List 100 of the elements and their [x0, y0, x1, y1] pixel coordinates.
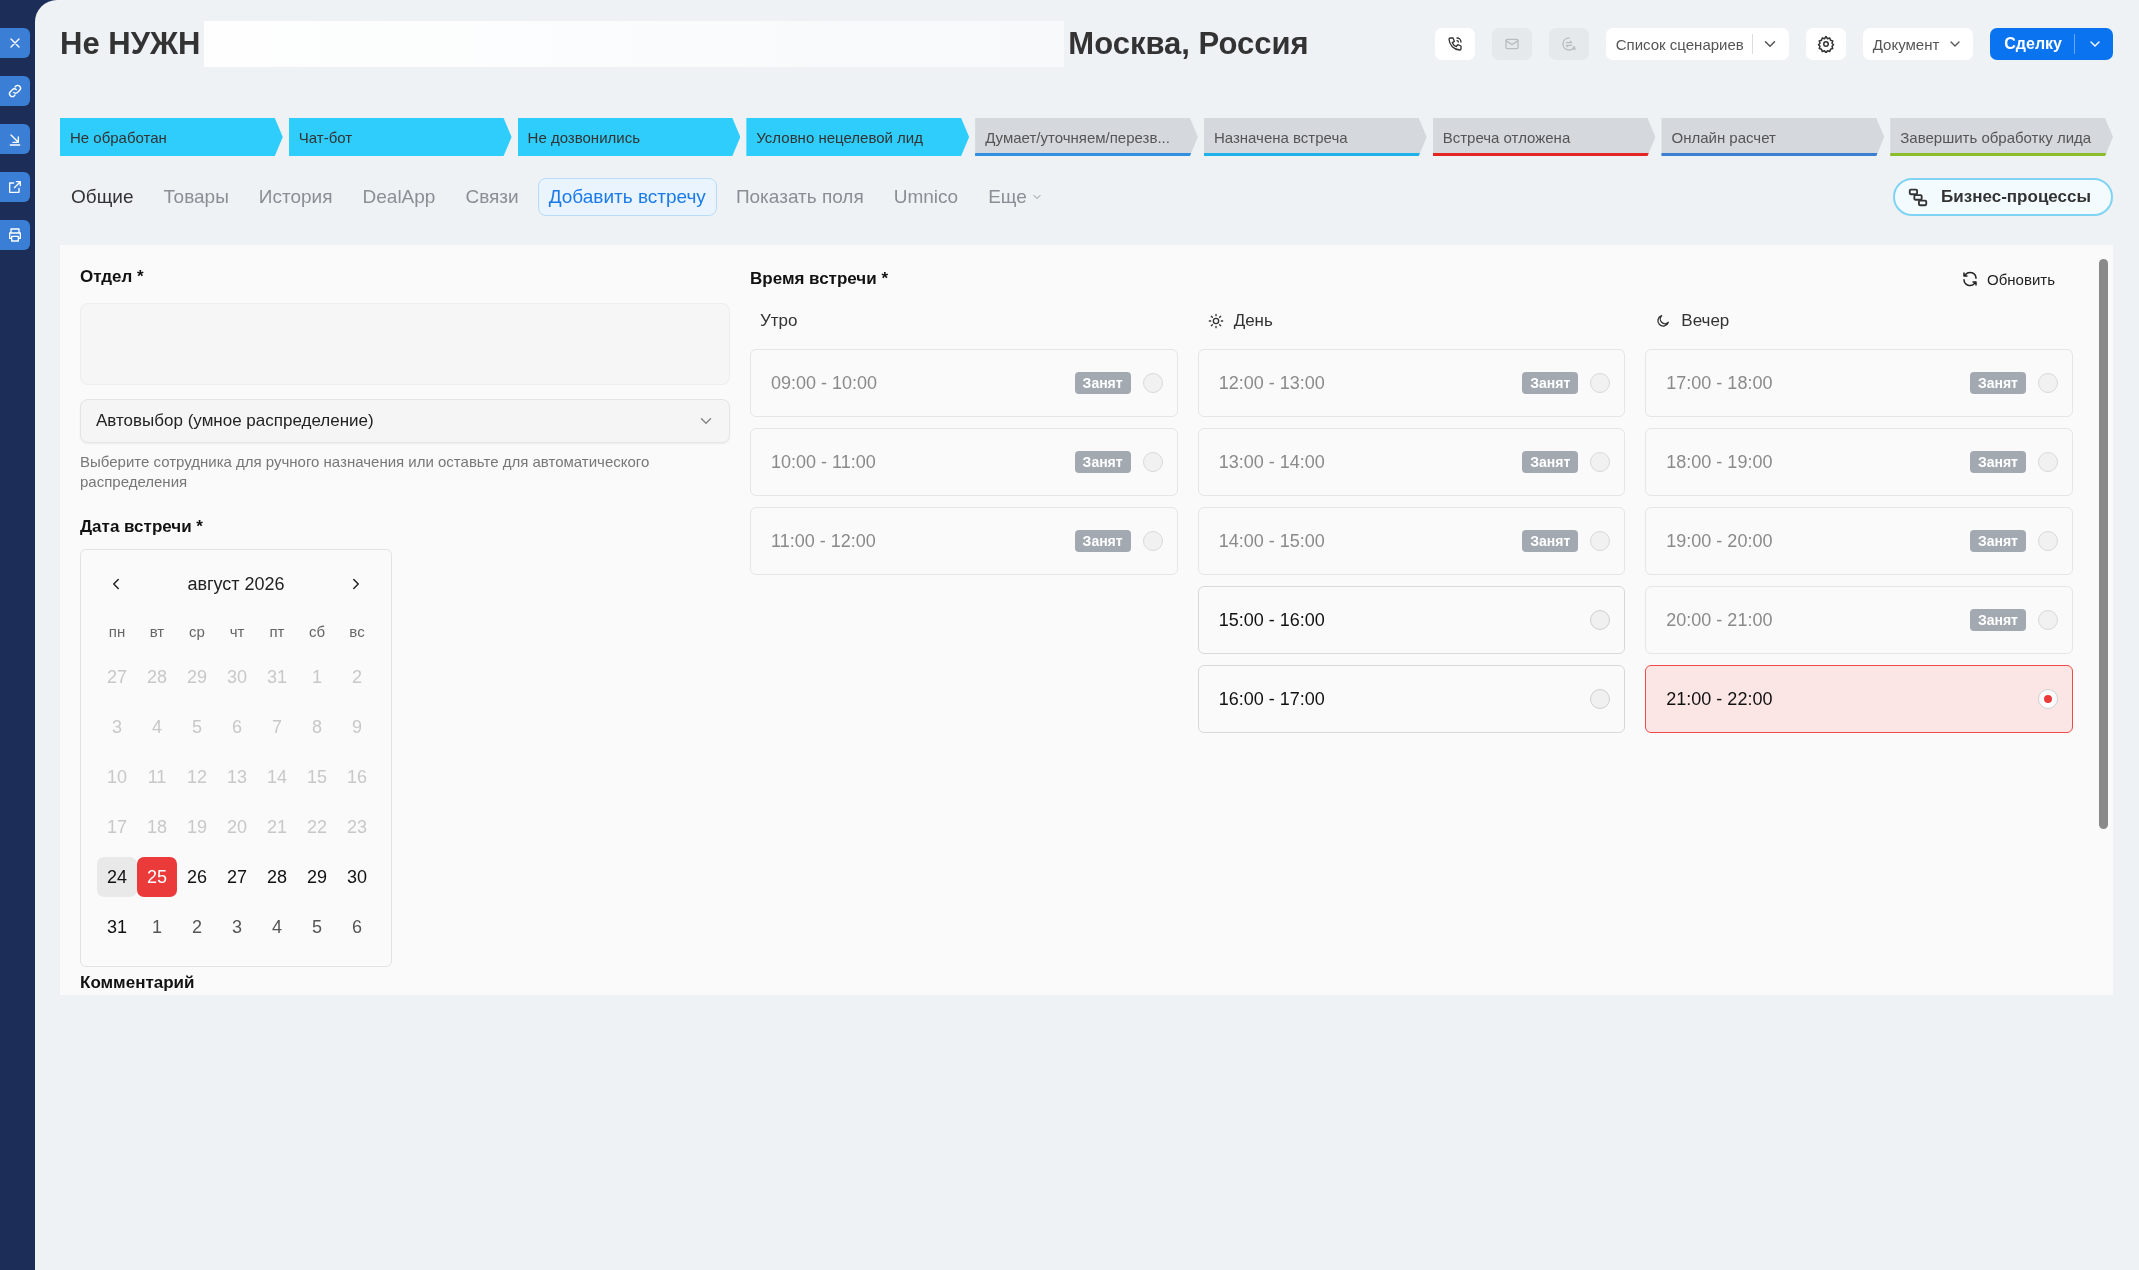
field-label: Время встречи *	[750, 269, 888, 289]
busy-badge: Занят	[1522, 530, 1579, 552]
calendar-day[interactable]: 26	[177, 857, 217, 897]
radio-button[interactable]	[1590, 531, 1611, 551]
tab[interactable]: DealApp	[351, 178, 447, 216]
weekday-label: ср	[188, 621, 206, 642]
sidebar-button[interactable]	[0, 76, 30, 106]
weekday-label: вс	[348, 621, 366, 642]
settings-button[interactable]	[1805, 28, 1846, 60]
radio-button[interactable]	[2038, 373, 2058, 393]
sidebar-button[interactable]	[0, 172, 30, 202]
time-slot[interactable]: 16:00 - 17:00	[1197, 665, 1626, 733]
radio-button[interactable]	[1142, 531, 1163, 551]
tab[interactable]: История	[247, 178, 344, 216]
period-label: День	[1233, 311, 1273, 331]
time-slot[interactable]: 12:00 - 13:00 Занят	[1197, 349, 1626, 417]
weekday-label: сб	[307, 621, 327, 642]
weekday-label: пн	[107, 621, 127, 642]
radio-button[interactable]	[2038, 531, 2058, 551]
flowchart-icon	[1907, 186, 1930, 208]
calendar-day[interactable]: 27	[217, 857, 257, 897]
calendar-day[interactable]: 25	[137, 857, 177, 897]
calendar-day[interactable]: 2	[177, 907, 217, 947]
period-label: Вечер	[1681, 311, 1730, 331]
icon-button[interactable]	[1434, 28, 1475, 60]
busy-badge: Занят	[1969, 372, 2026, 394]
radio-button[interactable]	[2038, 689, 2058, 709]
tab[interactable]: Товары	[152, 178, 240, 216]
field-label: Комментарий	[80, 973, 196, 993]
sidebar-button[interactable]	[0, 28, 30, 58]
field-label: Отдел *	[80, 267, 145, 287]
stage-step[interactable]: Онлайн расчет	[1661, 118, 1885, 156]
stage-step[interactable]: Встреча отложена	[1432, 118, 1656, 156]
stage-step[interactable]: Условно нецелевой лид	[746, 118, 970, 156]
radio-button[interactable]	[1590, 373, 1611, 393]
link-icon	[7, 83, 23, 99]
time-slot[interactable]: 10:00 - 11:00 Занят	[750, 428, 1178, 496]
radio-button[interactable]	[1142, 373, 1163, 393]
printer-icon	[7, 227, 23, 243]
stage-step[interactable]: Назначена встреча	[1203, 118, 1427, 156]
time-slot[interactable]: 21:00 - 22:00	[1645, 665, 2073, 733]
calendar-day[interactable]: 3	[217, 907, 257, 947]
business-processes-button[interactable]: Бизнес-процессы	[1893, 178, 2113, 216]
busy-badge: Занят	[1969, 609, 2026, 631]
radio-button[interactable]	[1590, 610, 1611, 630]
radio-button[interactable]	[1142, 452, 1163, 472]
calendar-day[interactable]: 31	[97, 907, 137, 947]
weekday-label: вт	[148, 621, 166, 642]
radio-button[interactable]	[2038, 452, 2058, 472]
calendar-day[interactable]: 5	[297, 907, 337, 947]
busy-badge: Занят	[1522, 372, 1579, 394]
stage-step[interactable]: Думает/уточняем/перезв...	[975, 118, 1198, 156]
stage-step[interactable]: Не обработан	[60, 118, 283, 156]
month-label: август 2026	[187, 573, 285, 595]
calendar-day[interactable]: 24	[97, 857, 137, 897]
stage-step[interactable]: Чат-бот	[288, 118, 512, 156]
time-slot[interactable]: 18:00 - 19:00 Занят	[1645, 428, 2073, 496]
tab[interactable]: Добавить встречу	[537, 178, 717, 216]
employee-select[interactable]: Автовыбор (умное распределение)	[80, 399, 730, 443]
calendar-day[interactable]: 30	[337, 857, 377, 897]
busy-badge: Занят	[1074, 530, 1131, 552]
weekday-label: пт	[268, 621, 286, 642]
stage-step[interactable]: Не дозвонились	[517, 118, 741, 156]
moon-icon	[1655, 313, 1672, 329]
radio-button[interactable]	[1590, 689, 1611, 709]
calendar-day[interactable]: 28	[257, 857, 297, 897]
radio-button[interactable]	[2038, 610, 2058, 630]
time-slot[interactable]: 09:00 - 10:00 Занят	[750, 349, 1178, 417]
busy-badge: Занят	[1522, 451, 1579, 473]
tab[interactable]: Общие	[60, 178, 145, 216]
time-slot[interactable]: 17:00 - 18:00 Занят	[1645, 349, 2073, 417]
sidebar-button[interactable]	[0, 124, 30, 154]
mail-icon	[1503, 36, 1520, 52]
tab[interactable]: Umnico	[882, 178, 970, 216]
calendar-day[interactable]: 4	[257, 907, 297, 947]
scenario-dropdown[interactable]: Список сценариев	[1605, 28, 1789, 60]
calendar-day[interactable]: 1	[137, 907, 177, 947]
stage-step[interactable]: Завершить обработку лида	[1890, 118, 2114, 156]
refresh-button[interactable]: Обновить	[1955, 269, 2061, 289]
tab[interactable]: Показать поля	[724, 178, 875, 216]
tab[interactable]: Еще	[977, 178, 1054, 216]
time-slot[interactable]: 11:00 - 12:00 Занят	[750, 507, 1178, 575]
time-slot[interactable]: 20:00 - 21:00 Занят	[1645, 586, 2073, 654]
time-slot[interactable]: 14:00 - 15:00 Занят	[1197, 507, 1626, 575]
document-dropdown[interactable]: Документ	[1862, 28, 1974, 60]
tab[interactable]: Связи	[454, 178, 530, 216]
busy-badge: Занят	[1074, 451, 1131, 473]
sidebar-button[interactable]	[0, 220, 30, 250]
time-slot[interactable]: 15:00 - 16:00	[1197, 586, 1626, 654]
weekday-label: чт	[228, 621, 246, 642]
refresh-icon	[1961, 270, 1980, 288]
calendar-day[interactable]: 29	[297, 857, 337, 897]
time-slot[interactable]: 13:00 - 14:00 Занят	[1197, 428, 1626, 496]
radio-button[interactable]	[1590, 452, 1611, 472]
deal-button[interactable]: Сделку	[1990, 28, 2113, 60]
calendar-day[interactable]: 6	[337, 907, 377, 947]
time-slot[interactable]: 19:00 - 20:00 Занят	[1645, 507, 2073, 575]
busy-badge: Занят	[1969, 530, 2026, 552]
period-label: Утро	[760, 311, 798, 331]
gear-icon	[1816, 35, 1835, 53]
